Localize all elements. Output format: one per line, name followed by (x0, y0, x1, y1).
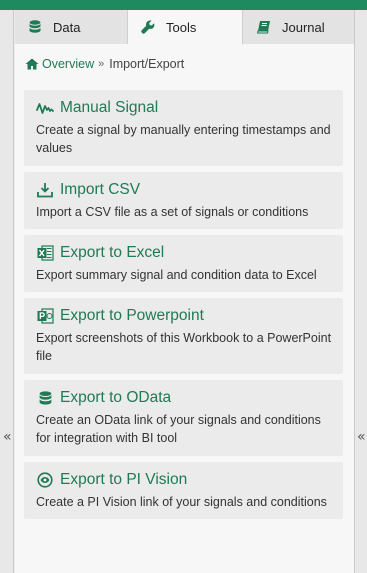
tools-panel-frame: « Data Tools Journal Overview » Import/E… (0, 10, 367, 573)
wrench-icon (140, 19, 156, 35)
signal-wave-icon (36, 99, 54, 117)
tool-title: Export to Powerpoint (60, 307, 204, 324)
tab-tools[interactable]: Tools (128, 10, 243, 45)
breadcrumb-overview-label: Overview (42, 57, 95, 71)
breadcrumb-current: Import/Export (109, 57, 185, 71)
download-tray-icon (36, 181, 54, 199)
tool-title: Export to OData (60, 389, 172, 406)
tools-panel: Data Tools Journal Overview » Import/Exp… (15, 10, 354, 573)
tool-description: Export summary signal and condition data… (36, 268, 317, 282)
tab-tools-label: Tools (166, 19, 197, 35)
tool-title: Export to Excel (60, 244, 165, 261)
tab-journal-label: Journal (282, 19, 325, 35)
collapse-right-icon[interactable]: « (357, 430, 366, 444)
tool-card-export-excel[interactable]: Export to Excel Export summary signal an… (24, 235, 343, 292)
powerpoint-icon (36, 307, 54, 325)
tool-title: Export to PI Vision (60, 471, 188, 488)
tool-title: Manual Signal (60, 99, 159, 116)
tool-card-export-pi-vision[interactable]: Export to PI Vision Create a PI Vision l… (24, 462, 343, 519)
excel-icon (36, 244, 54, 262)
tool-description: Create a PI Vision link of your signals … (36, 495, 327, 509)
book-icon (256, 19, 272, 35)
breadcrumb-overview-link[interactable]: Overview (25, 57, 94, 71)
tool-description: Export screenshots of this Workbook to a… (36, 331, 332, 363)
database-icon (36, 389, 54, 407)
breadcrumb-separator: » (98, 58, 105, 70)
right-collapse-gutter[interactable]: « (354, 10, 367, 573)
collapse-left-icon[interactable]: « (3, 430, 12, 444)
tool-description: Create an OData link of your signals and… (36, 413, 321, 445)
panel-tabs: Data Tools Journal (15, 10, 354, 45)
left-collapse-gutter[interactable]: « (0, 10, 14, 573)
tool-description: Import a CSV file as a set of signals or… (36, 205, 309, 219)
home-icon (25, 58, 39, 70)
tab-journal[interactable]: Journal (243, 10, 354, 44)
breadcrumb: Overview » Import/Export (25, 57, 184, 71)
tool-card-import-csv[interactable]: Import CSV Import a CSV file as a set of… (24, 172, 343, 229)
tool-title: Import CSV (60, 181, 141, 198)
database-icon (27, 19, 43, 35)
tab-data[interactable]: Data (15, 10, 128, 44)
tool-card-export-powerpoint[interactable]: Export to Powerpoint Export screenshots … (24, 298, 343, 374)
tab-data-label: Data (53, 19, 81, 35)
pi-vision-icon (36, 471, 54, 489)
tool-description: Create a signal by manually entering tim… (36, 123, 331, 155)
tool-card-manual-signal[interactable]: Manual Signal Create a signal by manuall… (24, 90, 343, 166)
tool-card-export-odata[interactable]: Export to OData Create an OData link of … (24, 380, 343, 456)
